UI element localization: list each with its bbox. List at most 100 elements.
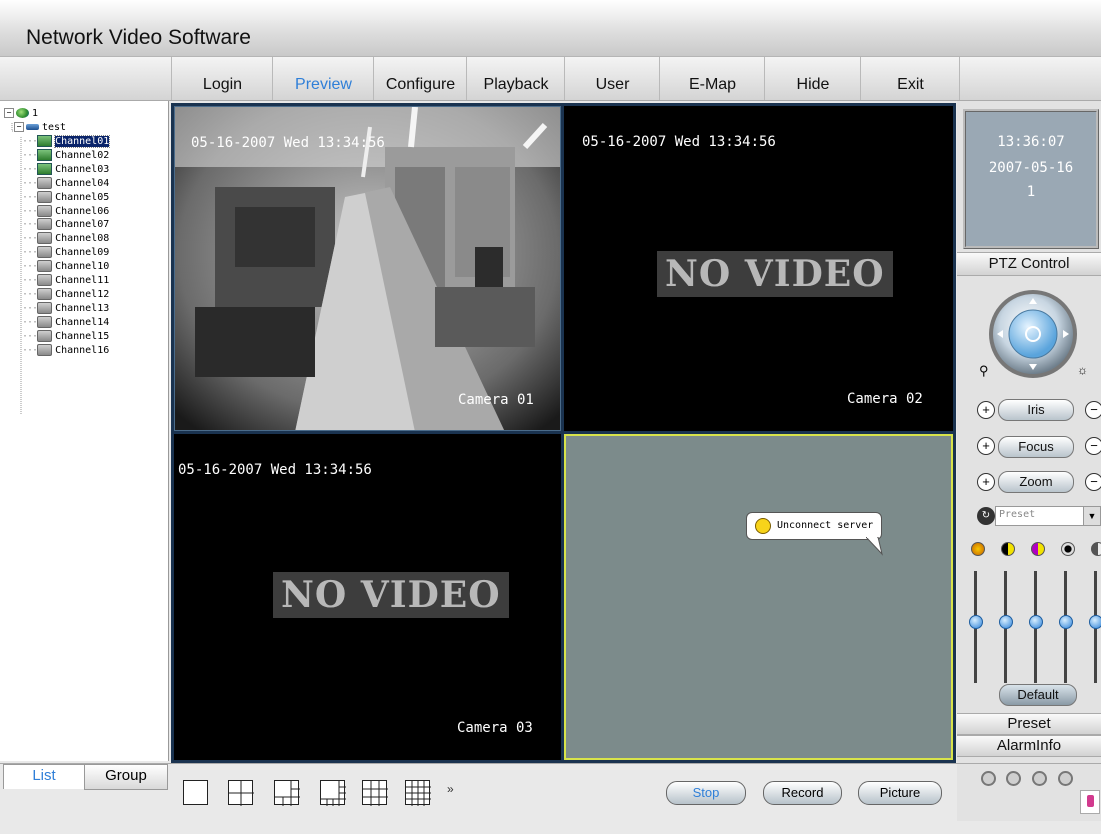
tree-connector: ···	[22, 302, 38, 314]
menu-exit[interactable]: Exit	[860, 57, 960, 100]
alarm-info-header[interactable]: AlarmInfo	[957, 735, 1101, 757]
tree-channel-item[interactable]: ··· Channel11	[22, 274, 109, 287]
camera-feed-image	[175, 107, 560, 430]
tree-channel-item[interactable]: ··· Channel05	[22, 190, 109, 204]
menu-preview[interactable]: Preview	[272, 57, 374, 100]
iris-button[interactable]: Iris	[998, 399, 1074, 421]
light-on-icon[interactable]: ☼	[1077, 363, 1088, 377]
collapse-toggle-icon[interactable]: −	[14, 122, 24, 132]
ptz-control-header[interactable]: PTZ Control	[957, 252, 1101, 276]
menu-configure[interactable]: Configure	[373, 57, 467, 100]
tree-connector: ···	[22, 316, 38, 328]
default-button[interactable]: Default	[999, 684, 1077, 706]
preset-header[interactable]: Preset	[957, 713, 1101, 735]
title-bar: Network Video Software	[0, 0, 1101, 57]
layout-1-icon[interactable]	[183, 780, 208, 805]
record-button[interactable]: Record	[763, 781, 842, 805]
menu-login[interactable]: Login	[171, 57, 273, 100]
tree-channel-item[interactable]: ··· Channel15	[22, 329, 109, 343]
no-video-label: NO VIDEO	[657, 251, 893, 297]
tree-connector: ···	[22, 149, 38, 161]
contrast-icon	[1001, 542, 1015, 556]
layout-16-icon[interactable]	[405, 780, 431, 806]
tree-root[interactable]: −1	[4, 107, 38, 120]
tree-channel-item[interactable]: ··· Channel04	[22, 176, 109, 190]
tree-channel-item[interactable]: ··· Channel07	[22, 218, 109, 231]
app-title: Network Video Software	[26, 26, 251, 49]
video-pane-3[interactable]: 05-16-2007 Wed 13:34:56 NO VIDEO Camera …	[174, 434, 561, 760]
status-led-3	[1032, 771, 1047, 786]
saturation-icon	[1031, 542, 1045, 556]
preset-go-icon[interactable]: ↻	[977, 507, 995, 525]
tree-connector: ···	[22, 247, 38, 259]
adjust-slider-knob[interactable]	[1029, 615, 1043, 630]
tree-device[interactable]: − test	[14, 121, 66, 134]
focus-plus-button[interactable]: +	[977, 437, 995, 455]
ptz-direction-pad[interactable]	[981, 286, 1091, 386]
tree-channel-item[interactable]: ··· Channel13	[22, 301, 109, 315]
camera-offline-icon	[37, 190, 53, 203]
adjust-slider-knob[interactable]	[969, 615, 983, 630]
pane-timestamp: 05-16-2007 Wed 13:34:56	[191, 135, 385, 151]
camera-offline-icon	[37, 232, 53, 245]
adjust-slider-knob[interactable]	[999, 615, 1013, 630]
menu-hide[interactable]: Hide	[764, 57, 861, 100]
tree-channel-item[interactable]: ··· Channel02	[22, 148, 109, 162]
unconnect-tooltip: Unconnect server	[746, 512, 883, 540]
collapse-toggle-icon[interactable]: −	[4, 108, 14, 118]
dropdown-arrow-icon[interactable]: ▼	[1083, 507, 1100, 525]
tree-connector: ···	[22, 288, 38, 300]
menu-user[interactable]: User	[564, 57, 660, 100]
camera-online-icon	[37, 135, 53, 147]
tree-channel-item[interactable]: ··· Channel16	[22, 343, 109, 357]
more-layouts-button[interactable]: »	[447, 782, 454, 796]
tree-channel-item[interactable]: ··· Channel10	[22, 260, 109, 273]
tree-channel-item[interactable]: ··· Channel01	[22, 135, 111, 148]
video-pane-4[interactable]: Unconnect server	[564, 434, 953, 760]
video-pane-2[interactable]: 05-16-2007 Wed 13:34:56 NO VIDEO Camera …	[564, 106, 953, 431]
pane-timestamp: 05-16-2007 Wed 13:34:56	[582, 134, 776, 150]
menu-playback[interactable]: Playback	[466, 57, 565, 100]
picture-button[interactable]: Picture	[858, 781, 942, 805]
adjust-slider-knob[interactable]	[1089, 615, 1101, 630]
zoom-plus-button[interactable]: +	[977, 473, 995, 491]
light-off-icon[interactable]: ⚲	[979, 363, 989, 379]
layout-6-icon[interactable]	[274, 780, 300, 806]
tree-channel-item[interactable]: ··· Channel14	[22, 315, 109, 329]
tree-channel-label: Channel01	[54, 135, 111, 148]
zoom-button[interactable]: Zoom	[998, 471, 1074, 493]
clock-time: 13:36:07	[997, 134, 1065, 150]
stop-button[interactable]: Stop	[666, 781, 746, 805]
iris-plus-button[interactable]: +	[977, 401, 995, 419]
zoom-minus-button[interactable]: −	[1085, 473, 1101, 491]
focus-button[interactable]: Focus	[998, 436, 1074, 458]
layout-8-icon[interactable]	[320, 780, 346, 806]
sad-face-icon	[755, 518, 771, 534]
tree-channel-label: Channel09	[55, 247, 110, 259]
device-tree[interactable]: −1 − test ··· Channel01 ··· Channel02 ··· Chan…	[0, 101, 169, 761]
tab-group[interactable]: Group	[84, 764, 168, 790]
adjust-slider-knob[interactable]	[1059, 615, 1073, 630]
preset-select-value: Preset	[999, 509, 1036, 520]
tree-channel-item[interactable]: ··· Channel03	[22, 162, 110, 176]
menu-divider	[959, 57, 960, 100]
camera-offline-icon	[37, 246, 53, 259]
tree-channel-item[interactable]: ··· Channel06	[22, 204, 109, 218]
iris-minus-button[interactable]: −	[1085, 401, 1101, 419]
status-led-1	[981, 771, 996, 786]
tree-tabs: List Group	[0, 764, 168, 792]
video-pane-1[interactable]: 05-16-2007 Wed 13:34:56 Camera 01	[174, 106, 561, 431]
layout-4-icon[interactable]	[228, 780, 254, 806]
focus-minus-button[interactable]: −	[1085, 437, 1101, 455]
tree-channel-item[interactable]: ··· Channel12	[22, 287, 109, 301]
menu-emap[interactable]: E-Map	[659, 57, 765, 100]
alarm-output-icon[interactable]	[1080, 790, 1100, 814]
tree-channel-item[interactable]: ··· Channel09	[22, 246, 109, 259]
pane-camera-label: Camera 02	[847, 391, 923, 407]
tree-channel-label: Channel03	[55, 163, 110, 175]
globe-icon	[16, 108, 29, 118]
preset-select[interactable]: Preset ▼	[995, 506, 1101, 526]
tree-channel-item[interactable]: ··· Channel08	[22, 232, 109, 245]
tab-list[interactable]: List	[3, 764, 85, 789]
layout-9-icon[interactable]	[362, 780, 388, 806]
